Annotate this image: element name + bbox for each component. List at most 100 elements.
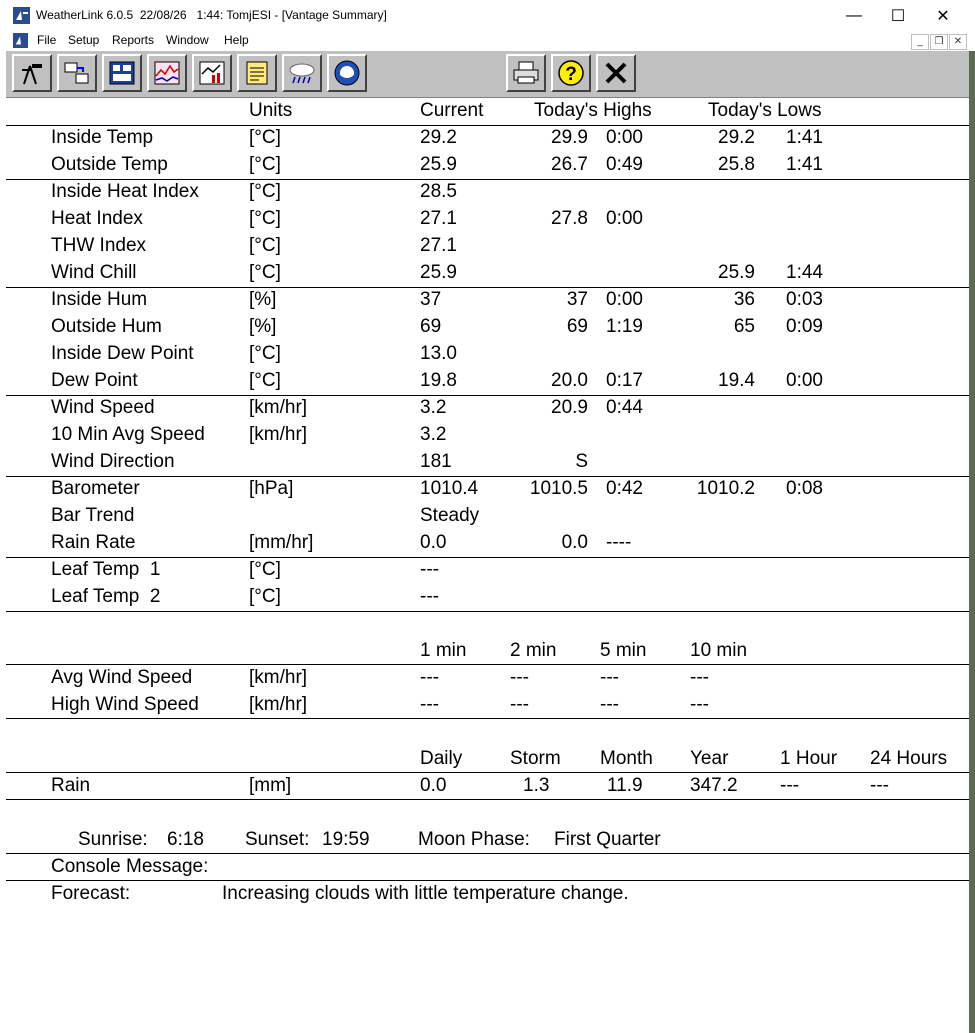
moon-phase-label: Moon Phase: xyxy=(418,829,530,850)
wind-avg-header-10min: 10 min xyxy=(690,640,748,661)
row-label: Rain Rate xyxy=(51,532,136,553)
notes-button[interactable] xyxy=(237,54,277,92)
rain-cloud-button[interactable] xyxy=(282,54,322,92)
row-label: 10 Min Avg Speed xyxy=(51,424,205,445)
weather-station-icon xyxy=(22,64,42,85)
high-wind-speed-unit: [km/hr] xyxy=(249,694,308,715)
row-current: 181 xyxy=(420,451,452,472)
header-todays-lows: Today's Lows xyxy=(708,100,822,121)
row-low-time: 1:41 xyxy=(786,127,823,148)
header-current: Current xyxy=(420,100,484,121)
bulletin-button[interactable] xyxy=(102,54,142,92)
weather-station-button[interactable] xyxy=(12,54,52,92)
rain-month: 11.9 xyxy=(607,775,643,796)
row-low: 25.9 xyxy=(718,262,755,283)
row-low-time: 0:08 xyxy=(786,478,823,499)
row-unit: [°C] xyxy=(249,586,281,607)
close-button[interactable] xyxy=(596,54,636,92)
row-current: 13.0 xyxy=(420,343,457,364)
high-wind-5min: --- xyxy=(600,694,619,715)
divider xyxy=(6,664,969,665)
help-button[interactable]: ? xyxy=(551,54,591,92)
sunrise-value: 6:18 xyxy=(167,829,204,850)
avg-wind-speed-unit: [km/hr] xyxy=(249,667,308,688)
forecast-label: Forecast: xyxy=(51,883,131,904)
row-high-time: 0:44 xyxy=(606,397,643,418)
avg-wind-5min: --- xyxy=(600,667,619,688)
menu-setup[interactable]: Setup xyxy=(68,33,99,47)
divider xyxy=(6,125,969,126)
rain-header-1hour: 1 Hour xyxy=(780,748,838,769)
high-wind-1min: --- xyxy=(420,694,439,715)
row-high: 27.8 xyxy=(551,208,588,229)
rain-24hours: --- xyxy=(870,775,889,796)
divider xyxy=(6,611,969,612)
app-icon xyxy=(13,7,30,24)
mdi-child-icon[interactable] xyxy=(13,33,28,48)
row-high: 1010.5 xyxy=(529,478,588,499)
row-label: Inside Dew Point xyxy=(51,343,194,364)
row-current: 27.1 xyxy=(420,208,457,229)
avg-wind-10min: --- xyxy=(690,667,709,688)
noaa-button[interactable] xyxy=(327,54,367,92)
rain-1hour: --- xyxy=(780,775,799,796)
noaa-icon xyxy=(334,60,360,86)
rain-header-storm: Storm xyxy=(510,748,561,769)
rain-storm: 1.3 xyxy=(523,775,550,796)
rain-cloud-icon xyxy=(289,63,315,84)
menu-window[interactable]: Window xyxy=(166,33,209,47)
row-low-time: 0:09 xyxy=(786,316,823,337)
mdi-close-button[interactable]: ✕ xyxy=(949,34,967,50)
wind-avg-header-1min: 1 min xyxy=(420,640,467,661)
avg-wind-speed-label: Avg Wind Speed xyxy=(51,667,193,688)
mdi-minimize-button[interactable]: _ xyxy=(911,34,929,50)
window-title: WeatherLink 6.0.5 22/08/26 1:44: TomjESI… xyxy=(36,8,387,22)
menu-help[interactable]: Help xyxy=(224,33,249,47)
divider xyxy=(6,476,969,477)
data-transfer-button[interactable] xyxy=(57,54,97,92)
high-wind-2min: --- xyxy=(510,694,529,715)
row-unit: [km/hr] xyxy=(249,397,308,418)
row-high: 69 xyxy=(566,316,588,337)
row-high: 29.9 xyxy=(551,127,588,148)
row-high-time: 0:00 xyxy=(606,208,643,229)
minimize-button[interactable]: — xyxy=(831,0,877,31)
row-high-time: ---- xyxy=(606,532,632,553)
rain-year: 347.2 xyxy=(690,775,738,796)
row-low-time: 0:03 xyxy=(786,289,823,310)
row-high-time: 0:17 xyxy=(606,370,643,391)
row-label: THW Index xyxy=(51,235,147,256)
row-high: 0.0 xyxy=(561,532,588,553)
row-high-time: 1:19 xyxy=(606,316,643,337)
svg-text:?: ? xyxy=(565,64,577,85)
row-label: Inside Heat Index xyxy=(51,181,199,202)
row-high-time: 0:00 xyxy=(606,127,643,148)
graph-button[interactable] xyxy=(192,54,232,92)
row-current: 27.1 xyxy=(420,235,457,256)
row-label: Outside Hum xyxy=(51,316,162,337)
sunrise-label: Sunrise: xyxy=(78,829,148,850)
row-unit: [°C] xyxy=(249,559,281,580)
print-button[interactable] xyxy=(506,54,546,92)
strip-chart-button[interactable] xyxy=(147,54,187,92)
divider xyxy=(6,395,969,396)
maximize-button[interactable]: ☐ xyxy=(875,0,921,31)
row-current: 37 xyxy=(420,289,442,310)
wind-avg-header-5min: 5 min xyxy=(600,640,647,661)
row-label: Bar Trend xyxy=(51,505,135,526)
rain-daily: 0.0 xyxy=(420,775,447,796)
row-label: Leaf Temp 1 xyxy=(51,559,161,580)
rain-header-year: Year xyxy=(690,748,729,769)
row-current: 25.9 xyxy=(420,262,457,283)
avg-wind-1min: --- xyxy=(420,667,439,688)
row-label: Wind Direction xyxy=(51,451,175,472)
rain-header-24hours: 24 Hours xyxy=(870,748,948,769)
mdi-restore-button[interactable]: ❐ xyxy=(930,34,948,50)
row-unit: [km/hr] xyxy=(249,424,308,445)
row-high: 20.0 xyxy=(551,370,588,391)
menu-file[interactable]: File xyxy=(37,33,56,47)
row-label: Heat Index xyxy=(51,208,143,229)
close-window-button[interactable]: ✕ xyxy=(920,0,966,31)
row-label: Inside Temp xyxy=(51,127,154,148)
menu-reports[interactable]: Reports xyxy=(112,33,154,47)
